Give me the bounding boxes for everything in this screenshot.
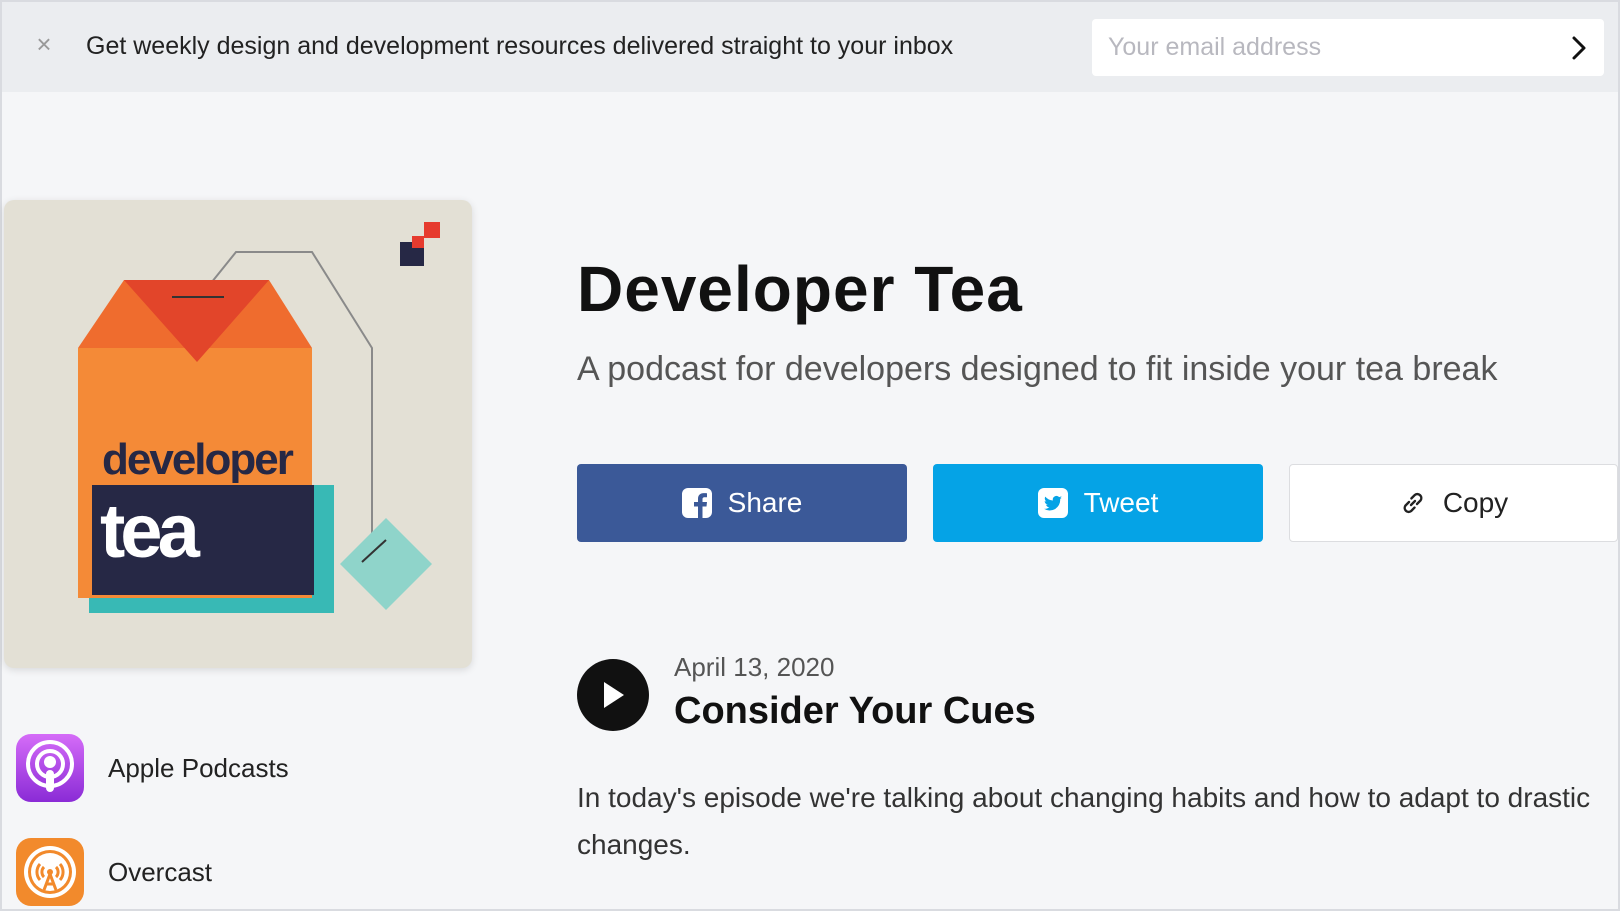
email-submit-button[interactable]: [1554, 19, 1604, 76]
episode-date: April 13, 2020: [674, 652, 835, 682]
platform-link-apple-podcasts[interactable]: Apple Podcasts: [16, 734, 289, 802]
cover-text-developer: developer: [102, 435, 294, 484]
email-input[interactable]: [1092, 19, 1554, 76]
episode-description: In today's episode we're talking about c…: [577, 782, 1591, 860]
episode-title[interactable]: Consider Your Cues: [674, 690, 1036, 733]
logo-mark-icon: [400, 222, 440, 266]
platform-link-overcast[interactable]: Overcast: [16, 838, 212, 906]
play-icon: [604, 682, 624, 708]
cover-text-tea: tea: [100, 489, 201, 574]
newsletter-banner: × Get weekly design and development reso…: [2, 2, 1618, 92]
podcast-cover-art: developer tea: [4, 200, 472, 668]
facebook-icon: [681, 488, 712, 518]
share-button[interactable]: Share: [577, 464, 907, 542]
podcast-title: Developer Tea: [577, 253, 1023, 325]
email-form: [1092, 19, 1604, 76]
apple-podcasts-icon: [16, 734, 84, 802]
platform-label: Apple Podcasts: [108, 752, 289, 783]
podcast-subtitle: A podcast for developers designed to fit…: [577, 350, 1498, 388]
link-icon: [1399, 489, 1427, 517]
twitter-icon: [1037, 488, 1068, 518]
copy-link-button[interactable]: Copy: [1289, 464, 1618, 542]
tweet-label: Tweet: [1083, 487, 1159, 518]
banner-text: Get weekly design and development resour…: [86, 32, 954, 60]
overcast-icon: [16, 838, 84, 906]
cover-illustration: developer tea: [78, 222, 440, 613]
chevron-right-icon: [1572, 36, 1586, 59]
share-label: Share: [727, 487, 803, 518]
tweet-button[interactable]: Tweet: [933, 464, 1263, 542]
platform-label: Overcast: [108, 856, 213, 887]
play-button[interactable]: [577, 659, 649, 731]
close-icon[interactable]: ×: [32, 31, 56, 57]
copy-label: Copy: [1442, 487, 1509, 518]
